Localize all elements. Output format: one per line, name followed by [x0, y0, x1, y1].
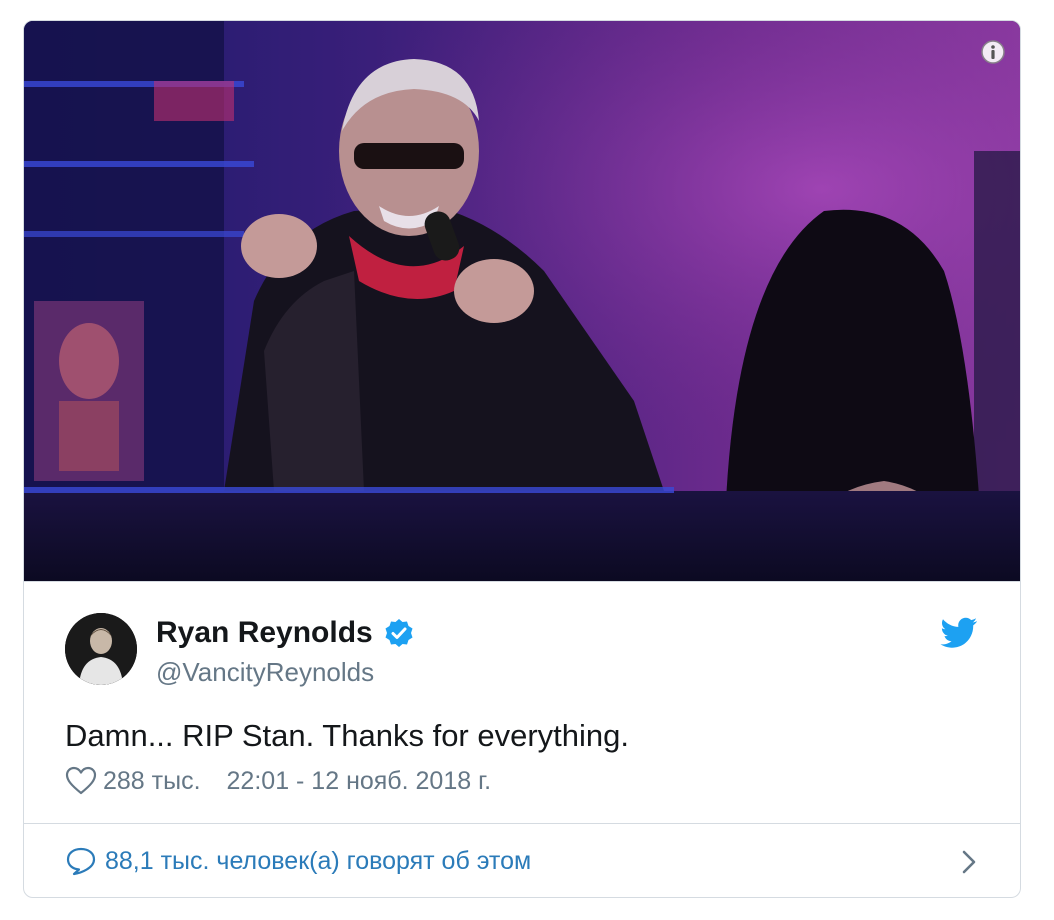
footer-divider [24, 823, 1020, 824]
tweet-text: Damn... RIP Stan. Thanks for everything. [65, 718, 630, 753]
tweet-timestamp[interactable]: 22:01 - 12 нояб. 2018 г. [227, 767, 492, 796]
conversation-link[interactable]: 88,1 тыс. человек(а) говорят об этом [65, 841, 979, 881]
tweet-photo[interactable] [24, 21, 1020, 581]
info-icon[interactable] [980, 39, 1006, 65]
chevron-right-icon[interactable] [959, 849, 979, 875]
media-divider [24, 581, 1020, 582]
author-name-row: Ryan Reynolds [156, 616, 415, 650]
conversation-text: 88,1 тыс. человек(а) говорят об этом [105, 846, 532, 875]
likes-count[interactable]: 288 тыс. [103, 767, 201, 796]
stage-scene-image [24, 21, 1020, 581]
tweet-card: Ryan Reynolds @VancityReynolds Damn... R… [23, 20, 1021, 898]
avatar-image [65, 613, 137, 685]
author-handle[interactable]: @VancityReynolds [156, 657, 374, 688]
comment-bubble-icon [66, 847, 96, 876]
twitter-bird-icon[interactable] [940, 617, 978, 649]
author-avatar[interactable] [65, 613, 137, 685]
author-name[interactable]: Ryan Reynolds [156, 616, 373, 650]
verified-badge-icon [385, 619, 413, 647]
tweet-meta: 288 тыс. 22:01 - 12 нояб. 2018 г. [65, 766, 491, 796]
heart-icon[interactable] [65, 766, 97, 796]
